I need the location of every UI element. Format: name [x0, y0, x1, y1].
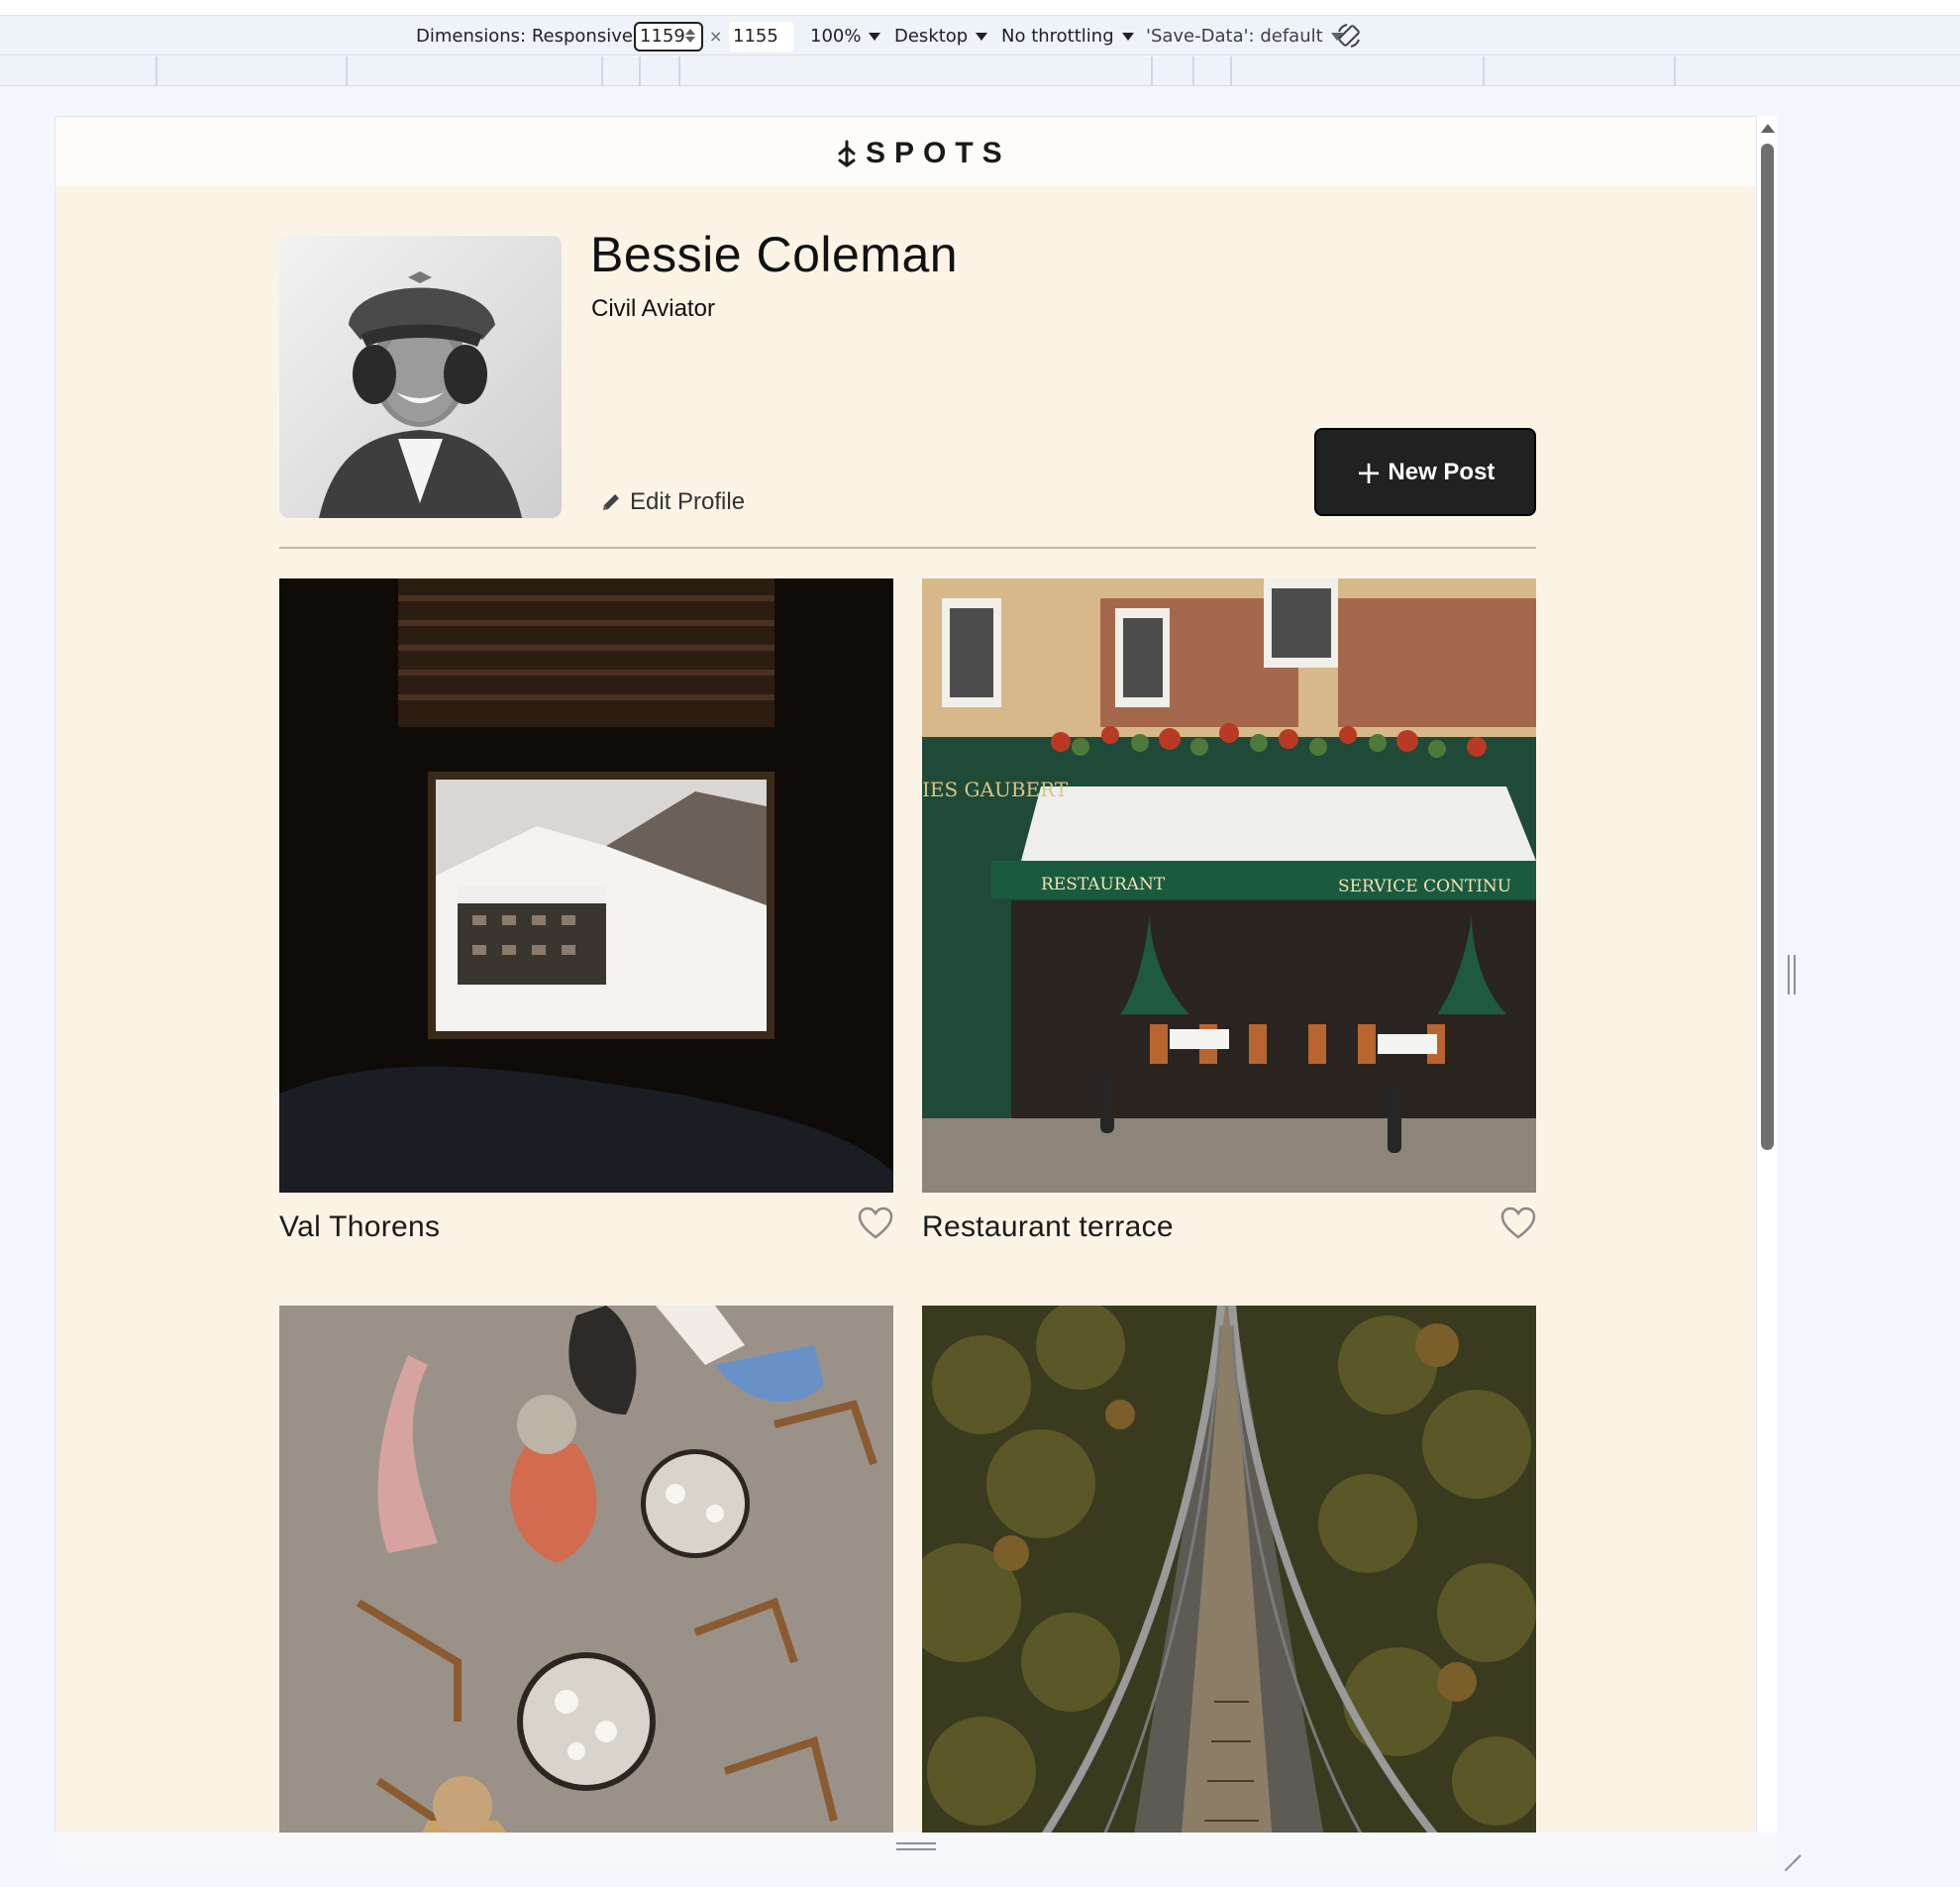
viewport-scrollbar[interactable] — [1757, 116, 1777, 1863]
card-title: Restaurant terrace — [922, 1210, 1174, 1243]
device-type-dropdown[interactable]: Desktop — [894, 24, 988, 50]
svg-text:RESTAURANT: RESTAURANT — [1041, 875, 1166, 894]
resize-handle-corner[interactable] — [1781, 1838, 1801, 1858]
card: RESTAURANT SERVICE CONTINU IES GAUBERT R… — [922, 578, 1536, 1243]
dimensions-label: Dimensions: Responsive — [416, 26, 633, 47]
save-data-label: 'Save-Data': default — [1146, 26, 1323, 47]
card — [279, 1306, 893, 1862]
scroll-up-icon[interactable] — [1761, 124, 1775, 133]
svg-text:SERVICE CONTINU: SERVICE CONTINU — [1338, 877, 1511, 896]
media-query-marker[interactable] — [1230, 56, 1232, 86]
svg-text:IES GAUBERT: IES GAUBERT — [922, 778, 1069, 801]
plus-icon: + — [1355, 453, 1383, 491]
card: Val Thorens — [279, 578, 893, 1243]
media-query-marker[interactable] — [155, 56, 157, 86]
edit-profile-label: Edit Profile — [630, 488, 746, 515]
media-query-marker[interactable] — [601, 56, 603, 86]
chevron-down-icon — [1121, 33, 1134, 41]
zoom-dropdown[interactable]: 100% — [810, 24, 881, 50]
card-image[interactable] — [922, 1306, 1536, 1862]
emulated-viewport: SPOTS Bessie Coleman Civil Aviator Edit … — [54, 116, 1757, 1863]
dimensions-dropdown[interactable]: Dimensions: Responsive — [416, 24, 653, 50]
media-query-marker[interactable] — [1192, 56, 1194, 86]
save-data-dropdown[interactable]: 'Save-Data': default — [1146, 24, 1343, 50]
width-input[interactable]: 1159 — [634, 22, 703, 52]
spin-up-icon — [685, 29, 695, 35]
media-query-marker[interactable] — [346, 56, 348, 86]
throttling-dropdown[interactable]: No throttling — [1001, 24, 1134, 50]
device-type-label: Desktop — [894, 26, 969, 47]
media-query-marker[interactable] — [1674, 56, 1676, 86]
edit-profile-button[interactable]: Edit Profile — [600, 488, 745, 516]
height-value: 1155 — [733, 26, 778, 47]
resize-handle-bottom[interactable] — [896, 1842, 936, 1850]
media-query-marker[interactable] — [639, 56, 641, 86]
media-query-marker[interactable] — [1483, 56, 1485, 86]
heart-icon[interactable] — [1500, 1206, 1536, 1240]
new-post-label: New Post — [1388, 458, 1496, 485]
card-title: Val Thorens — [279, 1210, 441, 1243]
logo-text: SPOTS — [866, 137, 1011, 169]
heart-icon[interactable] — [858, 1206, 893, 1240]
chevron-down-icon — [976, 33, 988, 41]
site-header: SPOTS — [55, 117, 1756, 186]
card-image[interactable] — [279, 578, 893, 1193]
devtools-top-border — [0, 0, 1960, 16]
media-query-marker[interactable] — [678, 56, 680, 86]
chevron-down-icon — [869, 33, 881, 41]
profile-description: Civil Aviator — [591, 295, 715, 322]
device-toolbar: Dimensions: Responsive 1159 × 1155 100% … — [0, 16, 1960, 55]
new-post-button[interactable]: + New Post — [1314, 428, 1536, 516]
scrollbar-thumb[interactable] — [1761, 144, 1774, 1150]
profile-name: Bessie Coleman — [590, 227, 959, 282]
height-input[interactable]: 1155 — [729, 22, 794, 52]
zoom-label: 100% — [810, 26, 862, 47]
width-spinner[interactable] — [683, 27, 697, 47]
resize-handle-right[interactable] — [1788, 955, 1796, 995]
avatar — [279, 236, 562, 518]
pencil-icon — [603, 494, 619, 510]
media-query-bar — [0, 56, 1960, 86]
card — [922, 1306, 1536, 1862]
card-image[interactable] — [279, 1306, 893, 1862]
width-value: 1159 — [640, 26, 685, 47]
throttling-label: No throttling — [1001, 26, 1114, 47]
profile-divider — [279, 547, 1536, 549]
times-sign: × — [709, 27, 723, 46]
site-logo[interactable]: SPOTS — [838, 137, 1011, 170]
rotate-icon[interactable] — [1335, 22, 1363, 48]
media-query-marker[interactable] — [1151, 56, 1153, 86]
arrow-down-mark-icon — [838, 140, 856, 167]
spin-down-icon — [685, 37, 695, 43]
card-image[interactable]: RESTAURANT SERVICE CONTINU IES GAUBERT — [922, 578, 1536, 1193]
